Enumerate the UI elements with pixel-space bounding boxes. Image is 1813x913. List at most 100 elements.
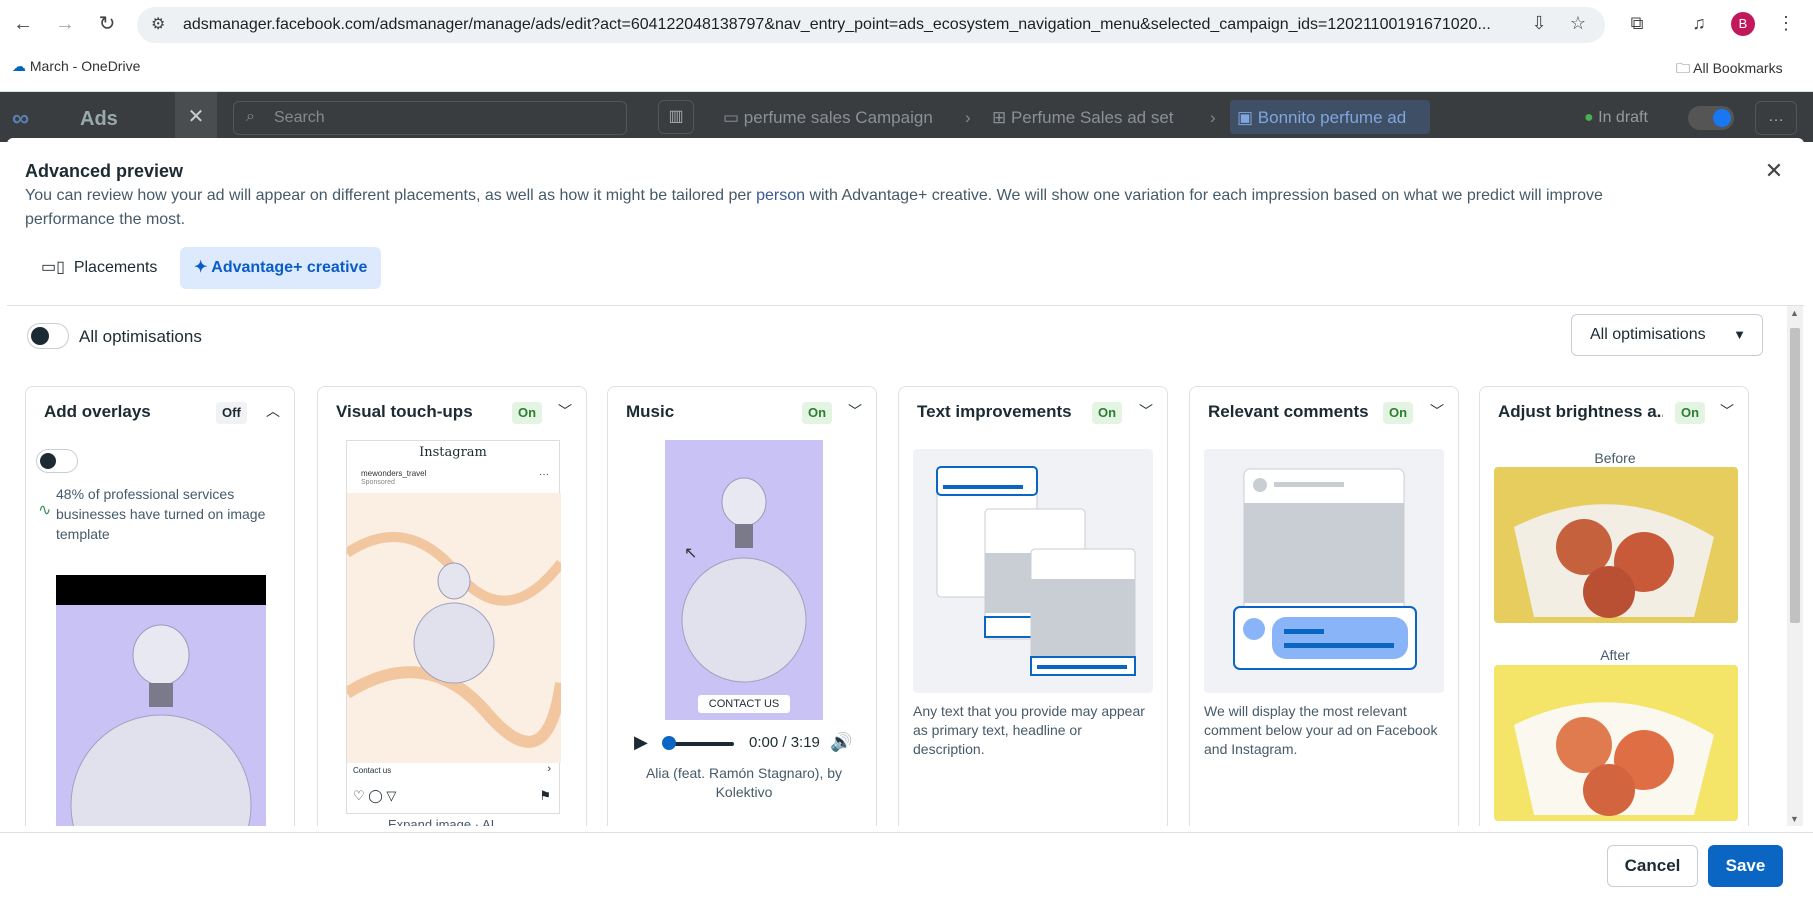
expand-image-label: Expand image · AI xyxy=(388,817,495,826)
instagram-logo: Instagram xyxy=(419,445,487,460)
card-adjust-brightness: Adjust brightness a... On ﹀ Before After xyxy=(1479,386,1749,826)
more-options-icon[interactable]: … xyxy=(1755,101,1797,135)
status-dot-icon: ● xyxy=(1584,109,1594,126)
audio-time: 0:00 / 3:19 xyxy=(749,734,820,751)
audio-scrubber[interactable] xyxy=(662,736,676,750)
description-text-1: You can review how your ad will appear o… xyxy=(25,187,757,204)
close-icon[interactable]: ✕ xyxy=(175,92,217,142)
audio-player: ▶ 🔊 xyxy=(626,730,860,758)
status-badge: On xyxy=(802,402,833,424)
perfume-marble-image xyxy=(347,493,561,763)
overlay-stat-text: 48% of professional services businesses … xyxy=(56,486,266,542)
mouse-cursor-icon: ↖ xyxy=(684,545,698,562)
dropdown-value: All optimisations xyxy=(1590,326,1706,343)
ig-handle: mewonders_travel xyxy=(361,469,427,478)
browser-menu-icon[interactable]: ⋮ xyxy=(1771,8,1801,38)
cloud-icon: ☁ xyxy=(12,58,26,74)
status-badge: Off xyxy=(216,402,247,424)
all-optimisations-toggle[interactable] xyxy=(27,323,69,349)
tab-advantage-creative[interactable]: ✦ Advantage+ creative xyxy=(180,247,382,289)
cancel-button[interactable]: Cancel xyxy=(1607,845,1698,887)
forward-arrow-icon[interactable]: → xyxy=(51,10,79,38)
breadcrumb-ad[interactable]: ▣ Bonnito perfume ad xyxy=(1237,108,1406,128)
music-preview-image xyxy=(665,440,823,720)
sidebar-toggle-icon[interactable]: ▥ xyxy=(658,100,694,134)
caret-down-icon: ▼ xyxy=(1733,327,1746,342)
optimisations-dropdown[interactable]: All optimisations ▼ xyxy=(1571,314,1763,356)
url-text: adsmanager.facebook.com/adsmanager/manag… xyxy=(183,16,1491,33)
audio-track[interactable] xyxy=(666,742,734,746)
contact-us-button: CONTACT US xyxy=(698,695,790,713)
ig-cta: Contact us xyxy=(353,766,392,775)
search-placeholder: Search xyxy=(274,109,325,126)
breadcrumb-campaign-label: perfume sales Campaign xyxy=(743,108,933,127)
status-badge: ● In draft xyxy=(1584,109,1648,127)
chevron-right-icon: › xyxy=(965,108,971,127)
meta-logo-icon: ∞ xyxy=(12,105,30,132)
breadcrumb-adset[interactable]: ⊞ Perfume Sales ad set xyxy=(992,108,1174,128)
play-icon[interactable]: ▶ xyxy=(634,732,648,753)
scroll-up-icon[interactable]: ▲ xyxy=(1790,308,1799,318)
all-bookmarks[interactable]: 🗀 All Bookmarks xyxy=(1676,58,1783,82)
card-title: Relevant comments xyxy=(1208,402,1369,421)
bookmark-icon: ⚑ xyxy=(539,788,551,803)
card-title: Visual touch-ups xyxy=(336,402,473,421)
close-modal-icon[interactable]: ✕ xyxy=(1761,158,1787,184)
volume-icon[interactable]: 🔊 xyxy=(830,732,852,753)
all-optimisations-label: All optimisations xyxy=(79,327,202,346)
bookmark-label: March - OneDrive xyxy=(29,58,141,74)
media-controls-icon[interactable]: ♫ xyxy=(1684,8,1714,38)
devices-icon: ▭▯ xyxy=(41,259,65,276)
tab-placements[interactable]: ▭▯ Placements xyxy=(27,247,171,289)
card-relevant-comments: Relevant comments On ﹀ We will display t… xyxy=(1189,386,1459,826)
chevron-right-icon: › xyxy=(1210,108,1216,127)
song-caption: Alia (feat. Ramón Stagnaro), by Kolektiv… xyxy=(645,765,843,800)
status-label: In draft xyxy=(1598,109,1648,126)
divider xyxy=(7,305,1804,306)
status-badge: On xyxy=(1092,402,1123,424)
card-music: Music On ﹀ CONTACT US xyxy=(607,386,877,826)
chevron-down-icon[interactable]: ﹀ xyxy=(558,401,572,421)
ig-action-icons: ♡ ◯ ▽ xyxy=(353,788,397,803)
modal-scrollbar[interactable]: ▲ ▼ xyxy=(1787,306,1803,826)
text-improvements-description: Any text that you provide may appear as … xyxy=(913,703,1145,757)
chevron-down-icon[interactable]: ﹀ xyxy=(1430,401,1444,421)
scroll-down-icon[interactable]: ▼ xyxy=(1790,814,1799,824)
chevron-right-icon: › xyxy=(547,763,551,775)
profile-avatar[interactable]: B xyxy=(1731,12,1755,36)
onedrive-bookmark[interactable]: ☁ March - OneDrive xyxy=(12,58,140,75)
reload-icon[interactable]: ↻ xyxy=(93,10,121,38)
card-visual-touch-ups: Visual touch-ups On ﹀ Instagram mewonder… xyxy=(317,386,587,826)
bookmark-star-icon[interactable]: ☆ xyxy=(1563,8,1593,38)
ads-manager-topbar: ∞ Ads ✕ ⌕ Search ▥ ▭ perfume sales Campai… xyxy=(0,92,1813,142)
search-input[interactable]: ⌕ Search xyxy=(233,101,627,135)
extensions-icon[interactable]: ⧉ xyxy=(1622,8,1652,38)
save-button[interactable]: Save xyxy=(1708,845,1783,887)
card-title: Music xyxy=(626,402,675,421)
address-bar[interactable]: ⚙ adsmanager.facebook.com/adsmanager/man… xyxy=(137,7,1605,43)
chevron-down-icon[interactable]: ﹀ xyxy=(1139,401,1153,421)
scroll-thumb[interactable] xyxy=(1790,328,1800,623)
person-link[interactable]: person xyxy=(756,187,805,204)
card-title: Adjust brightness a... xyxy=(1498,402,1663,421)
search-icon: ⌕ xyxy=(246,108,255,125)
chevron-up-icon[interactable]: ︿ xyxy=(266,401,280,421)
all-bookmarks-label: All Bookmarks xyxy=(1693,60,1783,76)
site-info-icon[interactable]: ⚙ xyxy=(151,14,165,34)
breadcrumb-campaign[interactable]: ▭ perfume sales Campaign xyxy=(723,108,933,128)
chevron-down-icon[interactable]: ﹀ xyxy=(848,401,862,421)
tab-advantage-label: Advantage+ creative xyxy=(211,259,368,276)
before-label: Before xyxy=(1594,450,1636,466)
browser-chrome: ← → ↻ ⚙ adsmanager.facebook.com/adsmanag… xyxy=(0,0,1813,92)
ig-sponsored: Sponsored xyxy=(361,479,395,486)
after-label: After xyxy=(1600,647,1630,663)
ad-toggle[interactable] xyxy=(1688,106,1734,130)
trend-icon: ∿ xyxy=(38,502,52,519)
back-arrow-icon[interactable]: ← xyxy=(9,10,37,38)
add-overlays-toggle[interactable] xyxy=(36,449,78,473)
status-badge: On xyxy=(1675,402,1706,424)
chevron-down-icon[interactable]: ﹀ xyxy=(1720,401,1734,421)
install-icon[interactable]: ⇩ xyxy=(1524,8,1554,38)
overlay-preview-image xyxy=(56,575,266,826)
folder-icon: 🗀 xyxy=(1676,60,1690,76)
